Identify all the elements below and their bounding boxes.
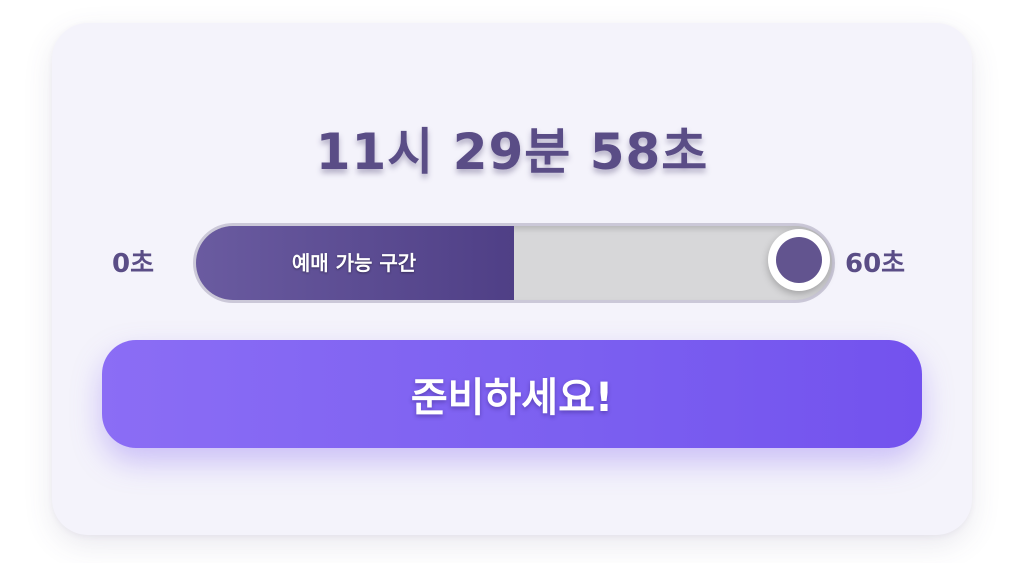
current-time: 11시 29분 58초 — [315, 123, 709, 181]
booking-window-label: 예매 가능 구간 — [291, 251, 417, 275]
slider-thumb-dot — [776, 237, 822, 283]
slider-max-label: 60초 — [845, 249, 906, 279]
slider-min-label: 0초 — [112, 249, 155, 279]
get-ready-button[interactable]: 준비하세요! — [102, 340, 922, 448]
seconds-slider-thumb[interactable] — [768, 229, 830, 291]
seconds-progress-track: 예매 가능 구간 — [196, 226, 832, 300]
